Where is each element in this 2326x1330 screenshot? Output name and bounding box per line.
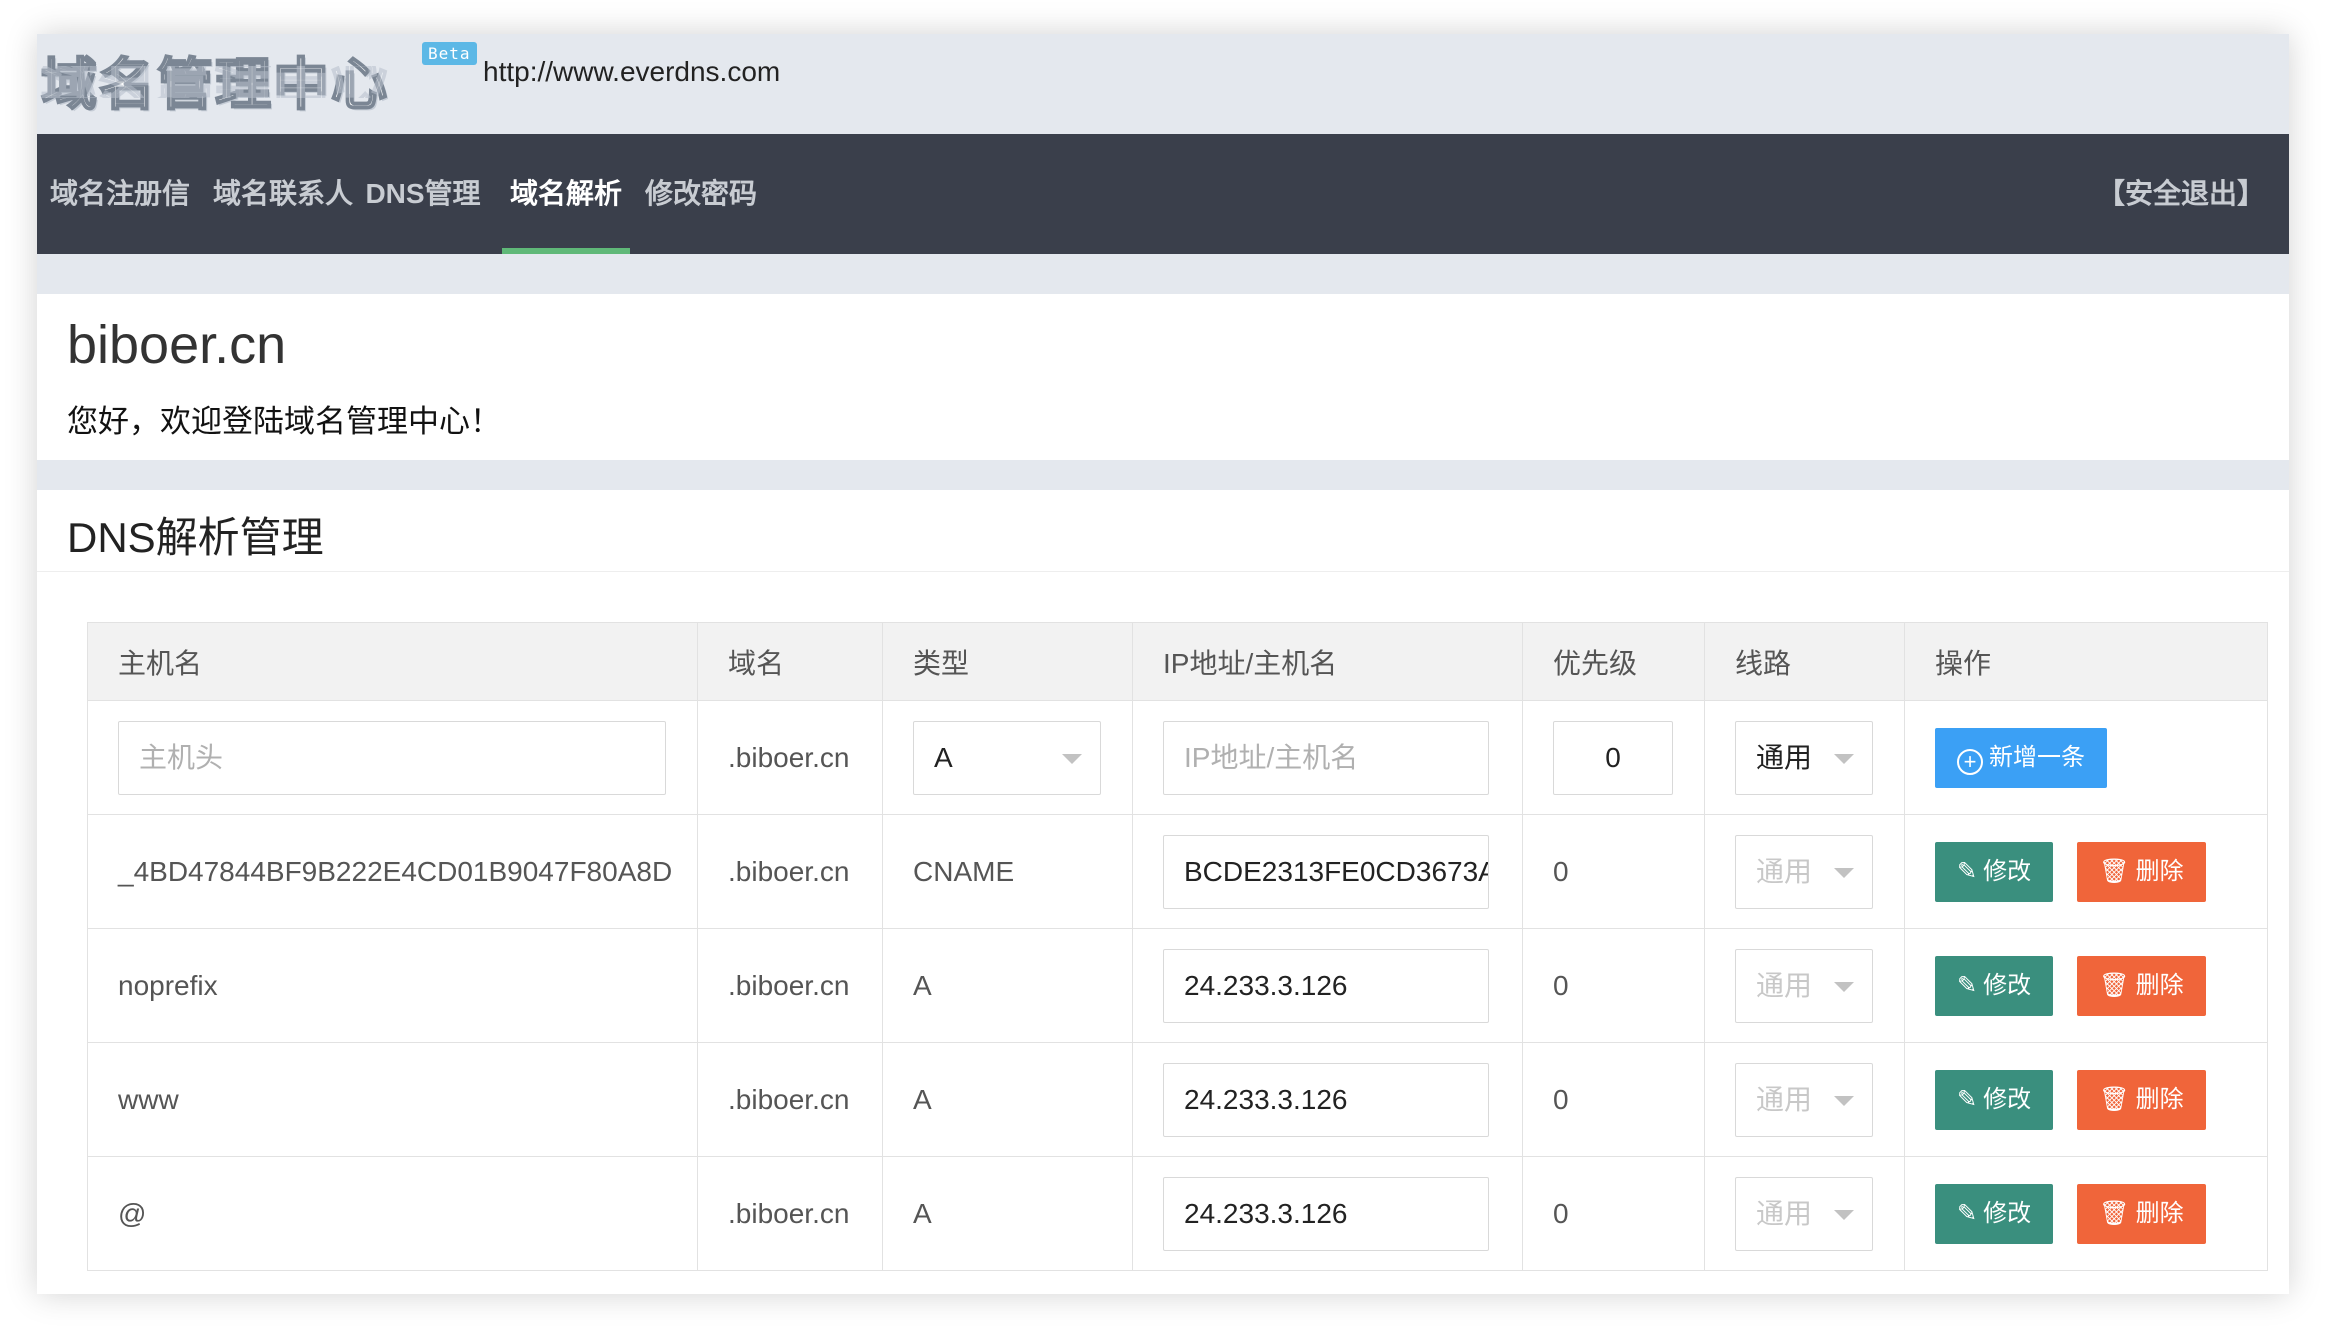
record-type: A xyxy=(882,928,1133,1043)
record-priority: 0 xyxy=(1522,928,1705,1043)
record-value-input[interactable]: 24.233.3.126 xyxy=(1163,948,1489,1023)
record-value-input[interactable]: BCDE2313FE0CD3673A xyxy=(1163,834,1489,909)
active-tab-indicator xyxy=(502,248,630,254)
table-row: www .biboer.cn A 24.233.3.126 0 通用 ✎ 修改 🗑 删… xyxy=(87,1042,2268,1157)
beta-badge: Beta xyxy=(422,42,477,65)
pencil-icon: ✎ xyxy=(1957,1085,1978,1113)
table-row: @ .biboer.cn A 24.233.3.126 0 通用 ✎ 修改 🗑 删除 xyxy=(87,1156,2268,1271)
nav-item-domain-resolution[interactable]: 域名解析 xyxy=(502,134,630,254)
edit-button[interactable]: ✎ 修改 xyxy=(1935,1183,2054,1244)
table-row: _4BD47844BF9B222E4CD01B9047F80A8D .biboe… xyxy=(87,814,2268,929)
col-header-type: 类型 xyxy=(882,622,1133,701)
nav-item-change-password[interactable]: 修改密码 xyxy=(631,134,771,254)
logo-reflection: 域名管理中心 xyxy=(41,66,389,98)
delete-button[interactable]: 🗑 删除 xyxy=(2077,1183,2206,1244)
pencil-icon: ✎ xyxy=(1957,857,1978,885)
record-value-input[interactable]: 24.233.3.126 xyxy=(1163,1176,1489,1251)
record-host: noprefix xyxy=(87,928,698,1043)
line-select[interactable]: 通用 xyxy=(1735,720,1873,795)
record-domain: .biboer.cn xyxy=(697,928,883,1043)
logout-link[interactable]: 【安全退出】 xyxy=(2097,134,2265,254)
trash-icon: 🗑 xyxy=(2099,971,2130,999)
ip-input[interactable]: IP地址/主机名 xyxy=(1163,720,1489,795)
record-line-select: 通用 xyxy=(1735,834,1873,909)
priority-input[interactable]: 0 xyxy=(1553,720,1673,795)
nav-item-dns-management[interactable]: DNS管理 xyxy=(363,134,483,254)
table-header-row: 主机名 域名 类型 IP地址/主机名 优先级 线路 操作 xyxy=(87,622,2268,701)
nav-item-domain-contacts[interactable]: 域名联系人 xyxy=(203,134,363,254)
type-select-value: A xyxy=(934,741,953,773)
dns-card-title: DNS解析管理 xyxy=(67,514,324,561)
welcome-message: 您好，欢迎登陆域名管理中心！ xyxy=(67,404,501,439)
record-value-input[interactable]: 24.233.3.126 xyxy=(1163,1062,1489,1137)
add-circle-icon: + xyxy=(1957,748,1983,775)
record-domain: .biboer.cn xyxy=(697,814,883,929)
record-host: @ xyxy=(87,1156,698,1271)
col-header-actions: 操作 xyxy=(1904,622,2268,701)
record-line-select: 通用 xyxy=(1735,1176,1873,1251)
delete-button[interactable]: 🗑 删除 xyxy=(2077,841,2206,902)
chevron-down-icon xyxy=(1834,753,1854,764)
col-header-priority: 优先级 xyxy=(1522,622,1705,701)
app-window: 域名管理中心 域名管理中心 Beta http://www.everdns.co… xyxy=(37,34,2289,1294)
pencil-icon: ✎ xyxy=(1957,1199,1978,1227)
welcome-card: biboer.cn 您好，欢迎登陆域名管理中心！ xyxy=(37,294,2289,460)
col-header-domain: 域名 xyxy=(697,622,883,701)
dns-records-table: 主机名 域名 类型 IP地址/主机名 优先级 线路 操作 主机头 .biboer… xyxy=(87,622,2268,1271)
logo: 域名管理中心 域名管理中心 Beta xyxy=(40,38,477,130)
edit-button[interactable]: ✎ 修改 xyxy=(1935,841,2054,902)
record-line-select: 通用 xyxy=(1735,948,1873,1023)
trash-icon: 🗑 xyxy=(2099,1085,2130,1113)
edit-button[interactable]: ✎ 修改 xyxy=(1935,955,2054,1016)
record-type: A xyxy=(882,1042,1133,1157)
new-record-row: 主机头 .biboer.cn A IP地址/主机名 0 通用 + 新增一条 xyxy=(87,700,2268,815)
record-domain: .biboer.cn xyxy=(697,1042,883,1157)
nav-item-domain-registration[interactable]: 域名注册信息 xyxy=(37,134,203,329)
main-nav: 域名注册信息 域名联系人 DNS管理 域名解析 修改密码 【安全退出】 xyxy=(37,134,2289,329)
host-input[interactable]: 主机头 xyxy=(118,720,666,795)
site-url[interactable]: http://www.everdns.com xyxy=(483,56,780,88)
col-header-line: 线路 xyxy=(1704,622,1905,701)
delete-button[interactable]: 🗑 删除 xyxy=(2077,955,2206,1016)
trash-icon: 🗑 xyxy=(2099,1199,2130,1227)
col-header-host: 主机名 xyxy=(87,622,698,701)
col-header-value: IP地址/主机名 xyxy=(1132,622,1523,701)
record-host: _4BD47844BF9B222E4CD01B9047F80A8D xyxy=(87,814,698,929)
domain-suffix: .biboer.cn xyxy=(697,700,883,815)
record-priority: 0 xyxy=(1522,814,1705,929)
type-select[interactable]: A xyxy=(913,720,1101,795)
add-record-button[interactable]: + 新增一条 xyxy=(1935,727,2107,788)
pencil-icon: ✎ xyxy=(1957,971,1978,999)
record-domain: .biboer.cn xyxy=(697,1156,883,1271)
chevron-down-icon xyxy=(1062,753,1082,764)
chevron-down-icon xyxy=(1834,981,1854,992)
record-line-select: 通用 xyxy=(1735,1062,1873,1137)
record-priority: 0 xyxy=(1522,1042,1705,1157)
chevron-down-icon xyxy=(1834,867,1854,878)
table-row: noprefix .biboer.cn A 24.233.3.126 0 通用 … xyxy=(87,928,2268,1043)
record-type: CNAME xyxy=(882,814,1133,929)
record-host: www xyxy=(87,1042,698,1157)
trash-icon: 🗑 xyxy=(2099,857,2130,885)
record-priority: 0 xyxy=(1522,1156,1705,1271)
chevron-down-icon xyxy=(1834,1209,1854,1220)
line-select-value: 通用 xyxy=(1756,741,1813,773)
domain-title: biboer.cn xyxy=(67,315,287,375)
delete-button[interactable]: 🗑 删除 xyxy=(2077,1069,2206,1130)
dns-card-header: DNS解析管理 xyxy=(37,490,2289,572)
top-header: 域名管理中心 域名管理中心 Beta http://www.everdns.co… xyxy=(37,34,2289,134)
chevron-down-icon xyxy=(1834,1095,1854,1106)
edit-button[interactable]: ✎ 修改 xyxy=(1935,1069,2054,1130)
dns-card: DNS解析管理 主机名 域名 类型 IP地址/主机名 优先级 线路 操作 主机头… xyxy=(37,490,2289,1294)
record-type: A xyxy=(882,1156,1133,1271)
